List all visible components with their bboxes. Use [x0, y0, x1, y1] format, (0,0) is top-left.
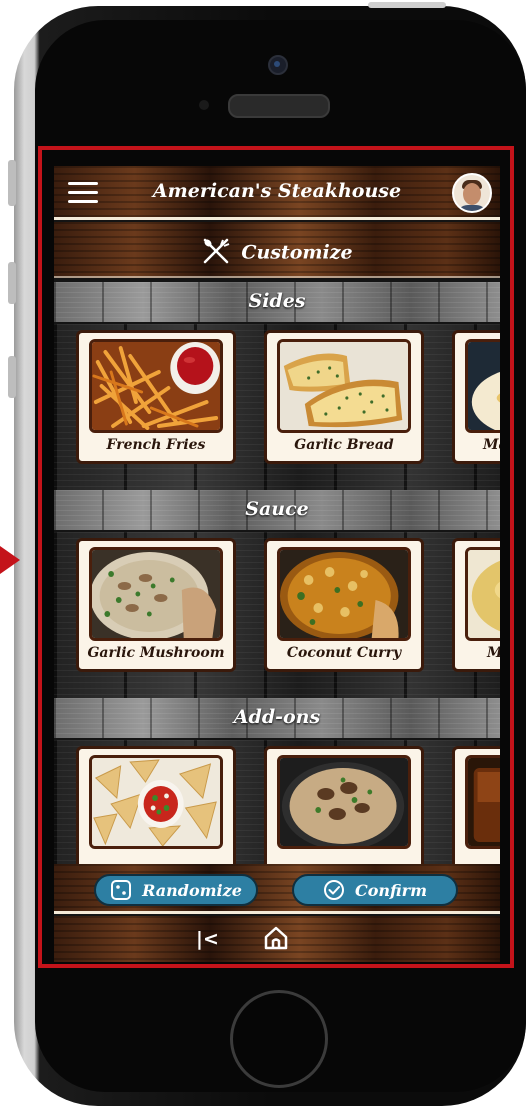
mushroom-soup-photo [277, 755, 411, 849]
volume-down-button [8, 356, 16, 398]
front-camera [268, 55, 288, 75]
divider [54, 217, 500, 220]
app-screen: American's Steakhouse Customize Sides Fr… [54, 166, 500, 962]
chips-salsa-photo [89, 755, 223, 849]
home-icon[interactable] [262, 924, 290, 956]
item-card-french-fries[interactable]: French Fries [76, 330, 236, 464]
item-card-add-on-3[interactable] [452, 746, 500, 880]
sides-row: French Fries Garlic Bread M [54, 324, 500, 490]
confirm-label: Confirm [354, 880, 428, 900]
confirm-button[interactable]: Confirm [292, 874, 458, 906]
avatar[interactable] [452, 173, 492, 213]
item-card-garlic-bread[interactable]: Garlic Bread [264, 330, 424, 464]
mute-switch [8, 160, 16, 206]
utensils-icon [201, 238, 231, 269]
side-photo [465, 339, 500, 433]
check-circle-icon [323, 879, 345, 901]
item-card-garlic-mushroom[interactable]: Garlic Mushroom [76, 538, 236, 672]
section-header-sides: Sides [54, 282, 500, 322]
item-card-chips-salsa[interactable] [76, 746, 236, 880]
item-card-mushroom-soup[interactable] [264, 746, 424, 880]
coconut-curry-photo [277, 547, 411, 641]
section-header-add-ons: Add-ons [54, 698, 500, 738]
sauce-photo [465, 547, 500, 641]
nav-bar: |< [54, 916, 500, 962]
section-title: Add-ons [233, 706, 321, 728]
earpiece-speaker [228, 94, 330, 118]
volume-up-button [8, 262, 16, 304]
randomize-label: Randomize [142, 880, 242, 900]
add-ons-row [54, 740, 500, 880]
item-name: Garlic Mushroom [87, 645, 225, 661]
customize-label: Customize [241, 241, 353, 264]
item-name: Ma [483, 437, 500, 453]
section-title: Sides [248, 290, 306, 312]
garlic-mushroom-photo [89, 547, 223, 641]
section-header-sauce: Sauce [54, 490, 500, 530]
app-title: American's Steakhouse [152, 180, 402, 202]
item-name: Coconut Curry [286, 645, 402, 661]
item-card-sauce-3[interactable]: M [452, 538, 500, 672]
action-bar: Randomize Confirm [54, 864, 500, 914]
customize-heading: Customize [54, 238, 500, 269]
item-card-mashed[interactable]: Ma [452, 330, 500, 464]
power-button [368, 2, 446, 8]
top-bar: American's Steakhouse [54, 166, 500, 220]
item-name: Garlic Bread [294, 437, 394, 453]
section-title: Sauce [245, 498, 309, 520]
item-card-coconut-curry[interactable]: Coconut Curry [264, 538, 424, 672]
dice-icon [110, 879, 132, 901]
randomize-button[interactable]: Randomize [94, 874, 258, 906]
item-name: M [455, 645, 500, 661]
annotation-arrow [0, 546, 20, 574]
french-fries-photo [89, 339, 223, 433]
customize-bar: Customize [54, 222, 500, 278]
proximity-sensor [199, 100, 209, 110]
item-name: French Fries [106, 437, 206, 453]
sauce-row: Garlic Mushroom Coconut Curry [54, 532, 500, 698]
back-icon[interactable]: |< [196, 928, 219, 950]
garlic-bread-photo [277, 339, 411, 433]
phone-home-key[interactable] [230, 990, 328, 1088]
add-on-photo [465, 755, 500, 849]
